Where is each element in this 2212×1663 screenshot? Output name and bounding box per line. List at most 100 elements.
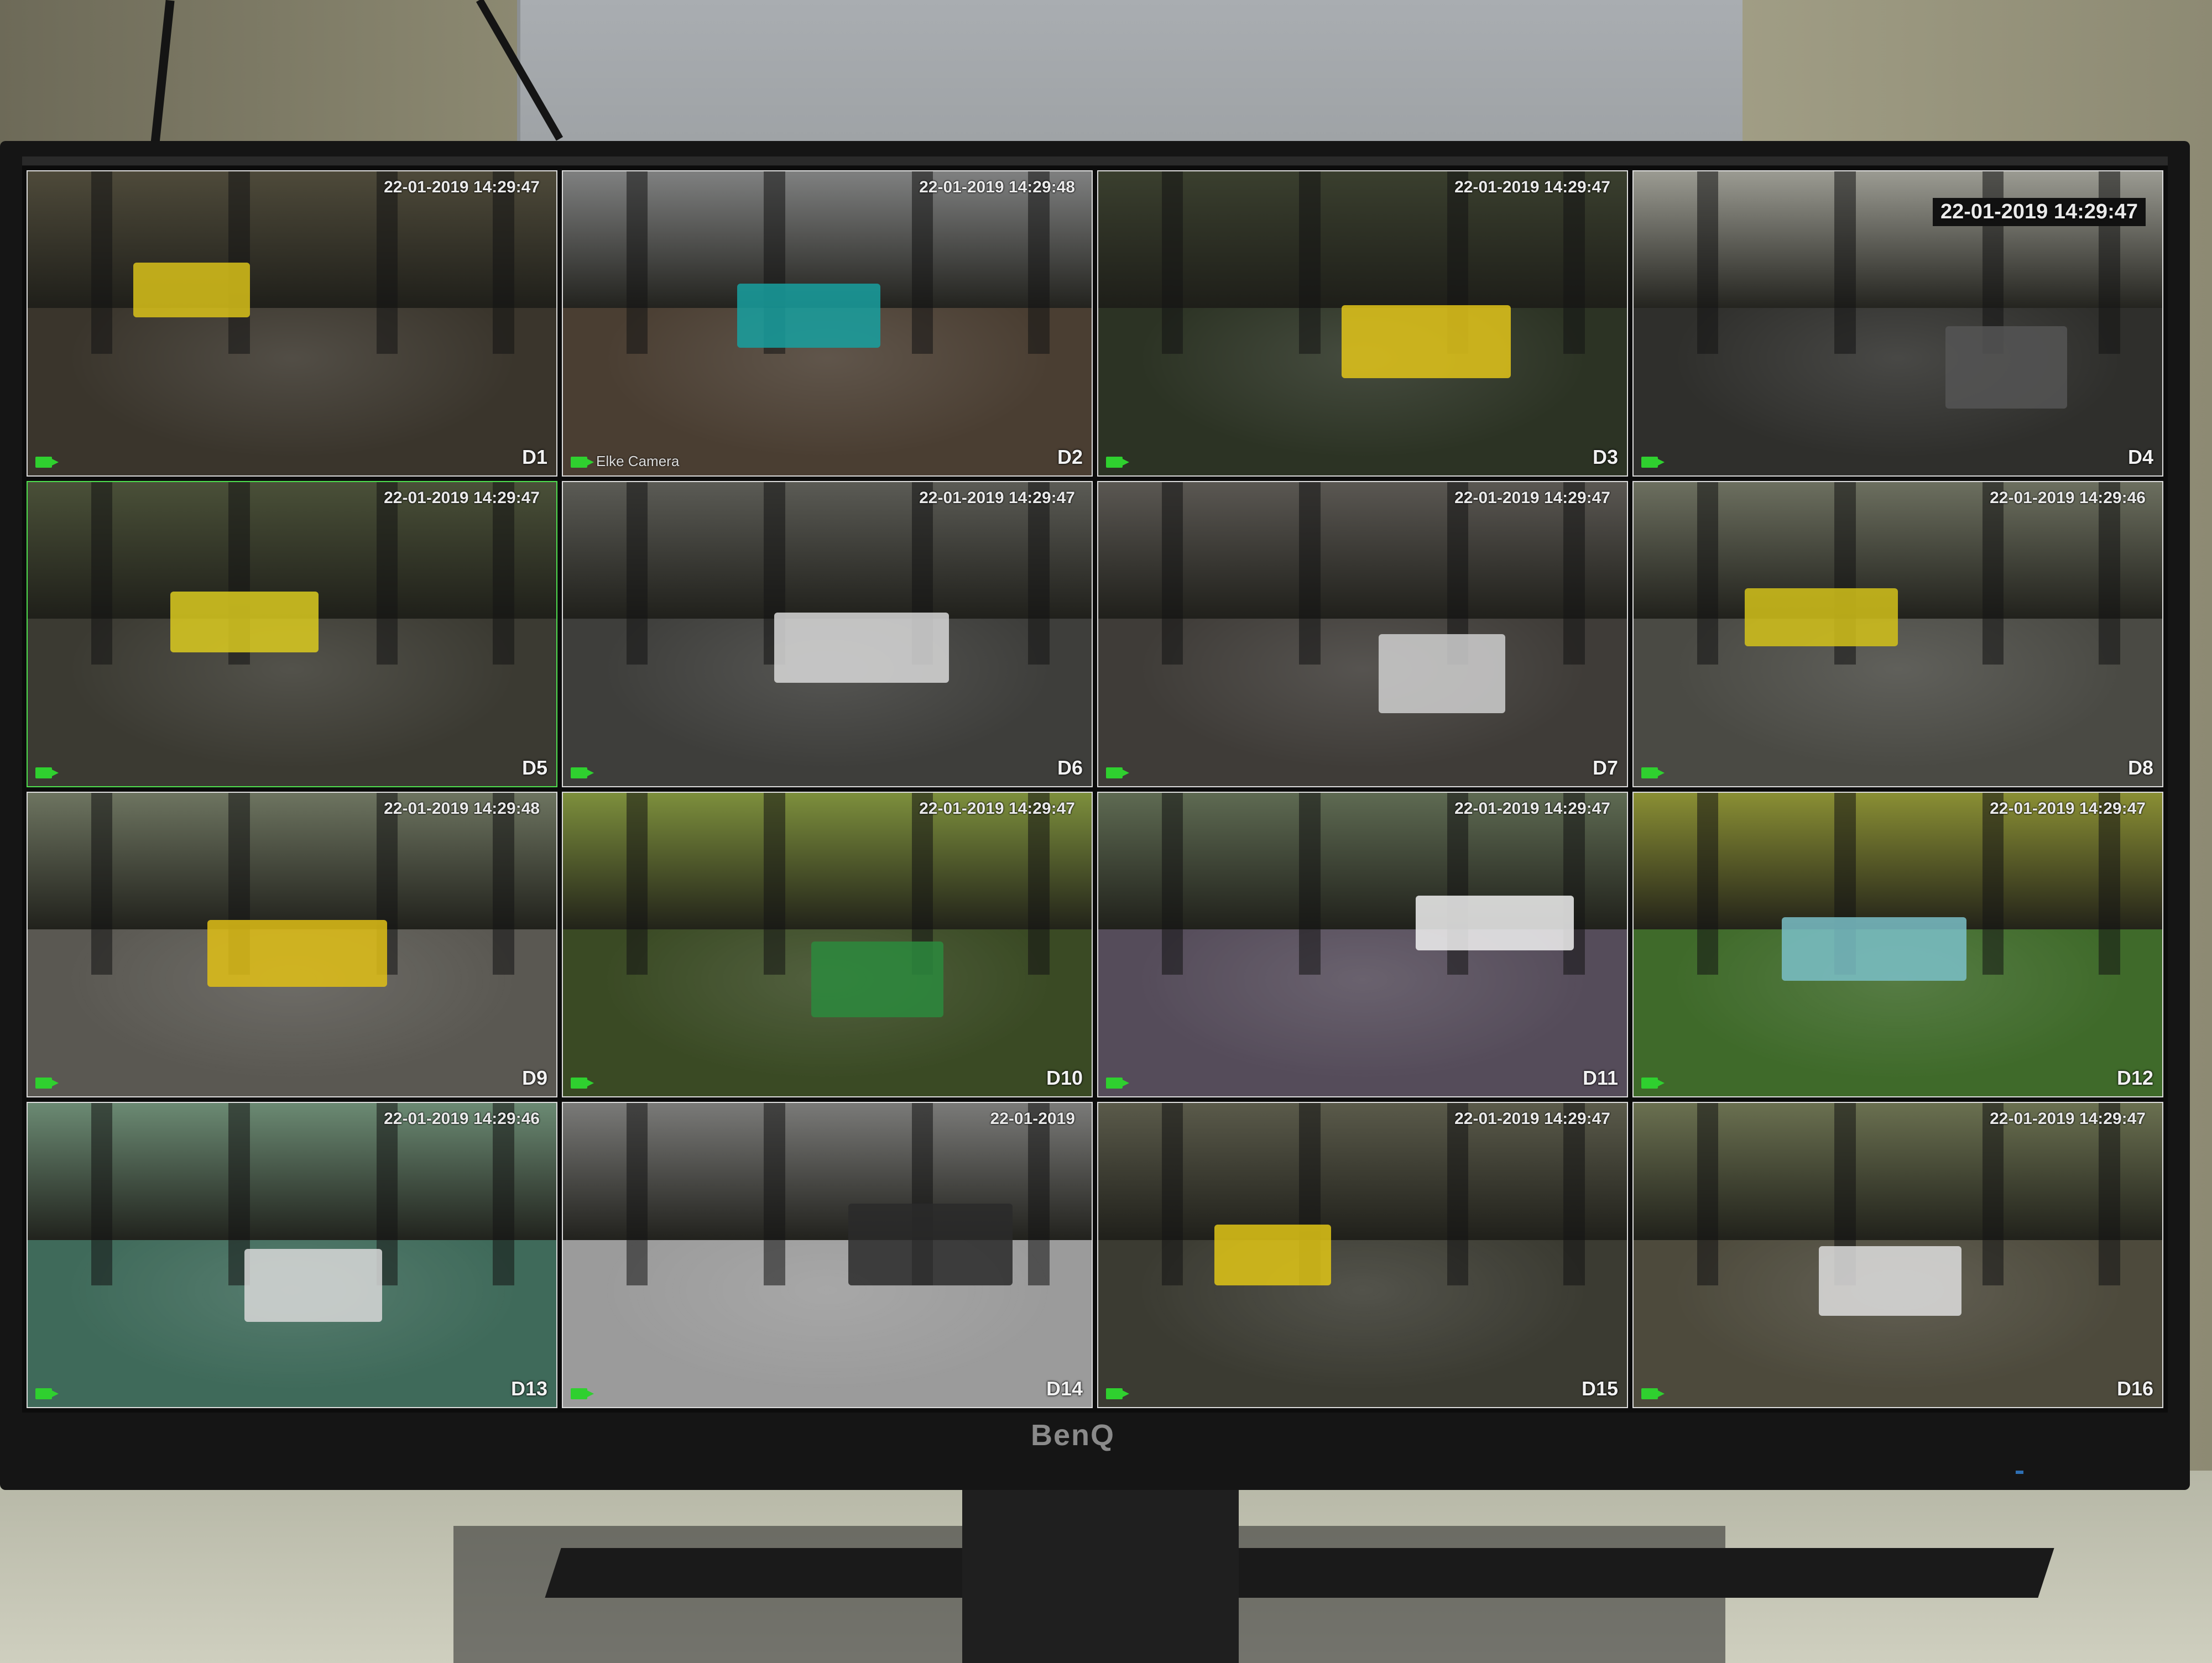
recording-icon: [1106, 1388, 1129, 1399]
channel-label: D1: [521, 445, 547, 468]
channel-label: D8: [2127, 756, 2153, 779]
feed-vehicle: [207, 920, 388, 987]
feed-pillar: [764, 792, 785, 975]
camera-tile-d15[interactable]: 22-01-2019 14:29:47 D15: [1097, 1102, 1628, 1408]
timestamp: 22-01-2019 14:29:47: [1454, 1110, 1610, 1128]
feed-pillar: [1563, 171, 1585, 354]
feed-pillar: [2099, 792, 2120, 975]
recording-icon: [571, 456, 594, 468]
timestamp: 22-01-2019 14:29:47: [384, 178, 540, 196]
feed-pillar: [376, 171, 398, 354]
camera-feed: [28, 792, 556, 1097]
camera-feed: [563, 1103, 1092, 1407]
monitor-stand-foot: [545, 1548, 2054, 1598]
timestamp: 22-01-2019 14:29:46: [1990, 488, 2146, 507]
recording-icon: [35, 767, 59, 778]
timestamp: 22-01-2019 14:29:47: [1990, 799, 2146, 818]
channel-label: D11: [1582, 1066, 1618, 1090]
camera-grid: 22-01-2019 14:29:47 D1 22-01-2019 14:29:48…: [22, 166, 2168, 1413]
camera-tile-d16[interactable]: 22-01-2019 14:29:47 D16: [1632, 1102, 2163, 1408]
feed-pillar: [911, 171, 933, 354]
feed-pillar: [1161, 482, 1183, 665]
recording-icon: [1106, 767, 1129, 778]
timestamp: 22-01-2019 14:29:47: [919, 488, 1075, 507]
timestamp: 22-01-2019 14:29:47: [384, 488, 540, 507]
monitor-brand-logo: BenQ: [1030, 1419, 1115, 1452]
feed-vehicle: [133, 262, 250, 317]
channel-label: D14: [1046, 1377, 1083, 1400]
camera-tile-d12[interactable]: 22-01-2019 14:29:47 D12: [1632, 791, 2163, 1098]
timestamp: 22-01-2019 14:29:47: [1990, 1110, 2146, 1128]
recording-icon: [1641, 456, 1665, 468]
feed-pillar: [1834, 171, 1856, 354]
feed-pillar: [493, 1103, 514, 1286]
timestamp: 22-01-2019: [990, 1110, 1075, 1128]
channel-label: D12: [2116, 1066, 2153, 1090]
timestamp: 22-01-2019 14:29:48: [384, 799, 540, 818]
feed-pillar: [493, 171, 514, 354]
feed-pillar: [1982, 482, 2004, 665]
feed-pillar: [1299, 171, 1321, 354]
channel-label: D13: [510, 1377, 547, 1400]
recording-icon: [1641, 1388, 1665, 1399]
feed-vehicle: [774, 613, 949, 683]
power-indicator: [2016, 1471, 2023, 1474]
feed-pillar: [626, 482, 648, 665]
feed-pillar: [1299, 482, 1321, 665]
feed-pillar: [1563, 1103, 1585, 1286]
feed-vehicle: [244, 1249, 382, 1322]
camera-tile-d1[interactable]: 22-01-2019 14:29:47 D1: [27, 170, 557, 477]
feed-pillar: [626, 792, 648, 975]
camera-feed: [563, 792, 1092, 1097]
camera-feed: [563, 171, 1092, 475]
camera-tile-d5[interactable]: 22-01-2019 14:29:47 D5: [27, 480, 557, 787]
camera-tile-d3[interactable]: 22-01-2019 14:29:47 D3: [1097, 170, 1628, 477]
feed-pillar: [1028, 1103, 1050, 1286]
camera-tile-d13[interactable]: 22-01-2019 14:29:46 D13: [27, 1102, 557, 1408]
camera-tile-d14[interactable]: 22-01-2019 D14: [562, 1102, 1093, 1408]
feed-pillar: [1447, 1103, 1469, 1286]
feed-vehicle: [1744, 588, 1898, 646]
monitor-stand: [962, 1460, 1239, 1663]
timestamp: 22-01-2019 14:29:47: [1454, 799, 1610, 818]
feed-vehicle: [1214, 1225, 1331, 1286]
camera-feed: [1634, 792, 2162, 1097]
feed-vehicle: [1415, 896, 1574, 951]
camera-tile-d7[interactable]: 22-01-2019 14:29:47 D7: [1097, 480, 1628, 787]
feed-pillar: [1982, 792, 2004, 975]
feed-pillar: [1697, 171, 1718, 354]
camera-tile-d6[interactable]: 22-01-2019 14:29:47 D6: [562, 480, 1093, 787]
camera-tile-d10[interactable]: 22-01-2019 14:29:47 D10: [562, 791, 1093, 1098]
camera-feed: [28, 1103, 556, 1407]
camera-tile-d8[interactable]: 22-01-2019 14:29:46 D8: [1632, 480, 2163, 787]
timestamp: 22-01-2019 14:29:47: [1454, 178, 1610, 196]
camera-tile-d11[interactable]: 22-01-2019 14:29:47 D11: [1097, 791, 1628, 1098]
camera-tile-d4[interactable]: 22-01-2019 14:29:47 D4: [1632, 170, 2163, 477]
feed-pillar: [626, 1103, 648, 1286]
feed-pillar: [1299, 792, 1321, 975]
camera-feed: [1634, 1103, 2162, 1407]
feed-vehicle: [1818, 1246, 1961, 1316]
channel-label: D15: [1581, 1377, 1618, 1400]
channel-label: D10: [1046, 1066, 1083, 1090]
feed-pillar: [91, 171, 112, 354]
feed-pillar: [1982, 1103, 2004, 1286]
camera-feed: [1098, 171, 1627, 475]
feed-pillar: [91, 792, 112, 975]
channel-label: D6: [1057, 756, 1083, 779]
camera-tile-d2[interactable]: 22-01-2019 14:29:48 Elke Camera D2: [562, 170, 1093, 477]
recording-icon: [1641, 1078, 1665, 1089]
feed-vehicle: [1378, 634, 1506, 713]
feed-vehicle: [1781, 917, 1967, 981]
camera-feed: [28, 171, 556, 475]
camera-tile-d9[interactable]: 22-01-2019 14:29:48 D9: [27, 791, 557, 1098]
timestamp: 22-01-2019 14:29:46: [384, 1110, 540, 1128]
recording-icon: [35, 1388, 59, 1399]
feed-pillar: [1028, 792, 1050, 975]
camera-feed: [1634, 482, 2162, 786]
recording-icon: [35, 1078, 59, 1089]
feed-pillar: [2099, 482, 2120, 665]
feed-pillar: [626, 171, 648, 354]
channel-label: D5: [521, 756, 547, 779]
feed-pillar: [1161, 1103, 1183, 1286]
